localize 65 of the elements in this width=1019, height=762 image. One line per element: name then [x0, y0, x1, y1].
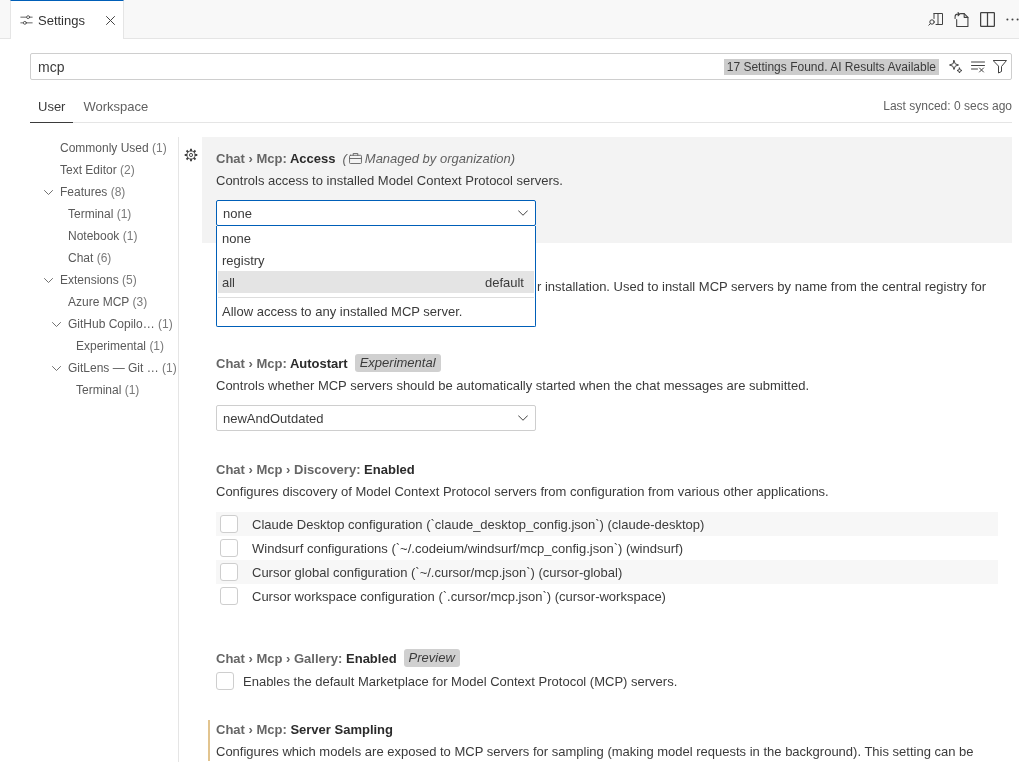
setting-description: r installation. Used to install MCP servers by name from the central registry for: [537, 278, 988, 296]
gear-icon[interactable]: [184, 148, 198, 162]
checkbox[interactable]: [216, 672, 234, 690]
dropdown[interactable]: none: [216, 200, 536, 226]
setting-description: Controls access to installed Model Context Protocol servers.: [216, 172, 564, 190]
more-icon[interactable]: [1006, 17, 1019, 21]
chevron-down-icon: [518, 210, 528, 216]
toc-item[interactable]: GitHub Copilo… (1): [68, 317, 173, 331]
checkbox[interactable]: [220, 515, 238, 533]
briefcase-icon: [348, 152, 362, 164]
toc-item[interactable]: Terminal (1): [68, 207, 132, 221]
setting-title: Chat › Mcp: Autostart: [216, 355, 348, 371]
toc-item[interactable]: GitLens — Git … (1): [68, 361, 177, 375]
toc-item[interactable]: Azure MCP (3): [68, 295, 148, 309]
sliders-icon: [20, 15, 33, 25]
close-icon: [105, 15, 115, 25]
setting-title: Chat › Mcp › Gallery: Enabled: [216, 650, 397, 666]
search-field[interactable]: mcp 17 Settings Found. AI Results Available: [30, 53, 1012, 80]
editor-tab[interactable]: Settings: [10, 0, 124, 39]
checkbox-label: Cursor workspace configuration (`.cursor/mcp.json`) (cursor-workspace): [252, 588, 666, 604]
split-editor-icon[interactable]: [980, 11, 995, 27]
dropdown-option[interactable]: none: [218, 227, 534, 249]
toc-item[interactable]: Chat (6): [68, 251, 112, 265]
chevron-down-icon[interactable]: [44, 189, 53, 195]
setting-description: Configures discovery of Model Context Protocol servers from configuration from various other applications.: [216, 483, 830, 501]
results-count-badge: 17 Settings Found. AI Results Available: [723, 58, 939, 75]
managed-note: Managed by organization): [364, 150, 516, 166]
chevron-down-icon[interactable]: [44, 277, 53, 283]
setting-title: Chat › Mcp: Server Sampling: [216, 721, 393, 737]
filter-icon[interactable]: [993, 59, 1007, 74]
setting-description: Controls whether MCP servers should be automatically started when the chat messages are submitted.: [216, 377, 810, 395]
toc-item[interactable]: Text Editor (2): [60, 163, 135, 177]
dropdown-option[interactable]: all default: [218, 271, 534, 293]
scope-tab[interactable]: User: [30, 90, 74, 123]
scope-tab[interactable]: Workspace: [75, 90, 157, 123]
last-synced-text: Last synced: 0 secs ago: [883, 99, 1012, 113]
chevron-down-icon: [518, 415, 528, 421]
option-description: Allow access to any installed MCP server.: [221, 303, 464, 321]
dropdown-option[interactable]: registry: [218, 249, 534, 271]
clear-filter-icon[interactable]: [971, 59, 985, 74]
toc-item[interactable]: Commonly Used (1): [60, 141, 167, 155]
setting-title: Chat › Mcp: Access: [216, 150, 336, 166]
dropdown[interactable]: newAndOutdated: [216, 405, 536, 431]
status-tag: Preview: [403, 649, 460, 667]
page-arrow-icon[interactable]: [954, 11, 969, 27]
checkbox[interactable]: [220, 587, 238, 605]
status-tag: Experimental: [354, 354, 441, 372]
checkbox-label: Cursor global configuration (`~/.cursor/mcp.json`) (cursor-global): [252, 564, 623, 580]
checkbox-label: Windsurf configurations (`~/.codeium/windsurf/mcp_config.json`) (windsurf): [252, 540, 683, 556]
toc-item[interactable]: Notebook (1): [68, 229, 138, 243]
chevron-down-icon[interactable]: [52, 365, 61, 371]
checkbox[interactable]: [220, 539, 238, 557]
toc-item[interactable]: Experimental (1): [76, 339, 165, 353]
checkbox-label: Claude Desktop configuration (`claude_desktop_config.json`) (claude-desktop): [252, 516, 705, 532]
panel-magnifier-icon[interactable]: [928, 11, 943, 27]
toc-item[interactable]: Extensions (5): [60, 273, 137, 287]
setting-description: Configures which models are exposed to MCP servers for sampling (making model requests in the background). This setting can be: [216, 743, 975, 761]
managed-note: (: [342, 150, 347, 166]
setting-title: Chat › Mcp › Discovery: Enabled: [216, 461, 415, 477]
toc-item[interactable]: Features (8): [60, 185, 126, 199]
chevron-down-icon[interactable]: [52, 321, 61, 327]
setting-description: Enables the default Marketplace for Model Context Protocol (MCP) servers.: [243, 673, 678, 689]
sparkle-icon[interactable]: [949, 59, 963, 74]
toc-item[interactable]: Terminal (1): [76, 383, 140, 397]
checkbox[interactable]: [220, 563, 238, 581]
